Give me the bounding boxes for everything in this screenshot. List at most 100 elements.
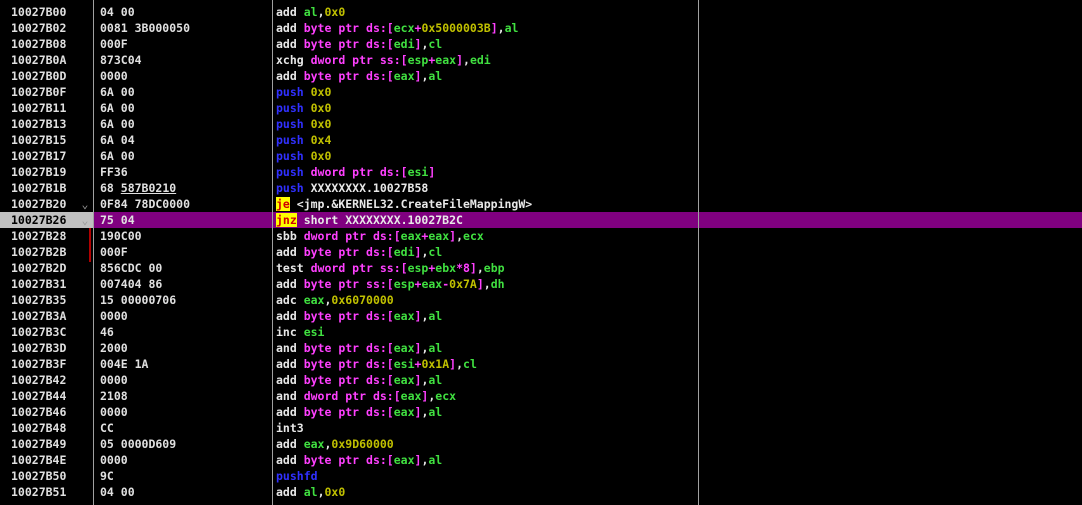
hex-dump-cell[interactable]: 0000 [100, 404, 270, 420]
hex-dump-cell[interactable]: CC [100, 420, 270, 436]
disassembly-cell[interactable]: xchg dword ptr ss:[esp+eax],edi [276, 52, 696, 68]
instruction-row[interactable]: 10027B0F 6A 00 push 0x0 [0, 84, 1082, 100]
instruction-row[interactable]: 10027B49 05 0000D609 add eax,0x9D60000 [0, 436, 1082, 452]
hex-dump-cell[interactable]: 0000 [100, 452, 270, 468]
disassembly-cell[interactable]: add byte ptr ds:[eax],al [276, 372, 696, 388]
address-cell[interactable]: 10027B46 [0, 404, 93, 420]
address-cell[interactable]: 10027B42 [0, 372, 93, 388]
disassembly-cell[interactable]: add byte ptr ds:[ecx+0x5000003B],al [276, 20, 696, 36]
hex-dump-cell[interactable]: 000F [100, 36, 270, 52]
disassembly-cell[interactable]: inc esi [276, 324, 696, 340]
hex-dump-cell[interactable]: 46 [100, 324, 270, 340]
address-cell[interactable]: 10027B00 [0, 4, 93, 20]
address-cell[interactable]: 10027B3C [0, 324, 93, 340]
disassembly-cell[interactable]: pushfd [276, 468, 696, 484]
disassembly-cell[interactable]: and byte ptr ds:[eax],al [276, 340, 696, 356]
address-cell[interactable]: 10027B31 [0, 276, 93, 292]
hex-dump-cell[interactable]: 05 0000D609 [100, 436, 270, 452]
address-cell[interactable]: 10027B28 [0, 228, 93, 244]
disassembly-cell[interactable]: test dword ptr ss:[esp+ebx*8],ebp [276, 260, 696, 276]
column-divider-disassembly[interactable] [272, 0, 273, 505]
instruction-row[interactable]: 10027B44 2108 and dword ptr ds:[eax],ecx [0, 388, 1082, 404]
address-cell[interactable]: 10027B17 [0, 148, 93, 164]
hex-dump-cell[interactable]: 6A 00 [100, 116, 270, 132]
instruction-row[interactable]: 10027B31 007404 86 add byte ptr ss:[esp+ea… [0, 276, 1082, 292]
selected-instruction-row[interactable]: 10027B26 ⌄ 75 04 jnz short XXXXXXXX.10027B2… [0, 212, 1082, 228]
hex-dump-cell[interactable]: 6A 00 [100, 84, 270, 100]
instruction-row[interactable]: 10027B02 0081 3B000050 add byte ptr ds:[ec… [0, 20, 1082, 36]
instruction-row[interactable]: 10027B42 0000 add byte ptr ds:[eax],al [0, 372, 1082, 388]
address-cell[interactable]: 10027B3D [0, 340, 93, 356]
disassembly-cell[interactable]: add byte ptr ds:[eax],al [276, 308, 696, 324]
hex-dump-cell[interactable]: 75 04 [100, 212, 270, 228]
address-cell[interactable]: 10027B0F [0, 84, 93, 100]
address-cell[interactable]: 10027B19 [0, 164, 93, 180]
disassembly-cell[interactable]: push 0x0 [276, 116, 696, 132]
instruction-row[interactable]: 10027B3F 004E 1A add byte ptr ds:[esi+0x1A… [0, 356, 1082, 372]
instruction-row[interactable]: 10027B00 04 00 add al,0x0 [0, 4, 1082, 20]
instruction-row[interactable]: 10027B3A 0000 add byte ptr ds:[eax],al [0, 308, 1082, 324]
disassembly-cell[interactable]: int3 [276, 420, 696, 436]
hex-dump-cell[interactable]: 0000 [100, 68, 270, 84]
instruction-row[interactable]: 10027B13 6A 00 push 0x0 [0, 116, 1082, 132]
address-cell[interactable]: 10027B15 [0, 132, 93, 148]
address-cell[interactable]: 10027B35 [0, 292, 93, 308]
address-cell[interactable]: 10027B13 [0, 116, 93, 132]
instruction-row[interactable]: 10027B51 04 00 add al,0x0 [0, 484, 1082, 500]
address-cell[interactable]: 10027B48 [0, 420, 93, 436]
address-cell[interactable]: 10027B49 [0, 436, 93, 452]
address-cell[interactable]: 10027B1B [0, 180, 93, 196]
instruction-row[interactable]: 10027B1B 68 587B0210 push XXXXXXXX.10027B5… [0, 180, 1082, 196]
instruction-row[interactable]: 10027B0D 0000 add byte ptr ds:[eax],al [0, 68, 1082, 84]
hex-dump-cell[interactable]: 68 587B0210 [100, 180, 270, 196]
disassembly-cell[interactable]: add byte ptr ds:[eax],al [276, 452, 696, 468]
instruction-row[interactable]: 10027B2B 000F add byte ptr ds:[edi],cl [0, 244, 1082, 260]
address-cell[interactable]: 10027B02 [0, 20, 93, 36]
disassembly-cell[interactable]: add byte ptr ds:[edi],cl [276, 36, 696, 52]
disassembly-cell[interactable]: push XXXXXXXX.10027B58 [276, 180, 696, 196]
address-cell[interactable]: 10027B50 [0, 468, 93, 484]
disassembly-cell[interactable]: add byte ptr ds:[esi+0x1A],cl [276, 356, 696, 372]
hex-dump-cell[interactable]: 9C [100, 468, 270, 484]
disassembly-cell[interactable]: add byte ptr ss:[esp+eax-0x7A],dh [276, 276, 696, 292]
address-cell[interactable]: 10027B44 [0, 388, 93, 404]
instruction-row[interactable]: 10027B3D 2000 and byte ptr ds:[eax],al [0, 340, 1082, 356]
address-cell[interactable]: 10027B0D [0, 68, 93, 84]
disassembly-cell[interactable]: je <jmp.&KERNEL32.CreateFileMappingW> [276, 196, 696, 212]
address-cell[interactable]: 10027B4E [0, 452, 93, 468]
disassembly-cell[interactable]: push 0x0 [276, 84, 696, 100]
hex-dump-cell[interactable]: 000F [100, 244, 270, 260]
address-cell[interactable]: 10027B2D [0, 260, 93, 276]
disassembly-cell[interactable]: push 0x0 [276, 100, 696, 116]
instruction-row[interactable]: 10027B15 6A 04 push 0x4 [0, 132, 1082, 148]
disassembly-cell[interactable]: add byte ptr ds:[eax],al [276, 404, 696, 420]
disassembly-cell[interactable]: push 0x0 [276, 148, 696, 164]
hex-dump-cell[interactable]: 2000 [100, 340, 270, 356]
instruction-row[interactable]: 10027B28 190C00 sbb dword ptr ds:[eax+eax]… [0, 228, 1082, 244]
instruction-row[interactable]: 10027B19 FF36 push dword ptr ds:[esi] [0, 164, 1082, 180]
instruction-row[interactable]: 10027B46 0000 add byte ptr ds:[eax],al [0, 404, 1082, 420]
instruction-row[interactable]: 10027B3C 46 inc esi [0, 324, 1082, 340]
disassembly-cell[interactable]: push dword ptr ds:[esi] [276, 164, 696, 180]
hex-dump-cell[interactable]: 004E 1A [100, 356, 270, 372]
instruction-row[interactable]: 10027B2D 856CDC 00 test dword ptr ss:[esp+… [0, 260, 1082, 276]
hex-dump-cell[interactable]: 007404 86 [100, 276, 270, 292]
disassembly-cell[interactable]: and dword ptr ds:[eax],ecx [276, 388, 696, 404]
disassembly-cell[interactable]: add byte ptr ds:[eax],al [276, 68, 696, 84]
instruction-row[interactable]: 10027B0A 873C04 xchg dword ptr ss:[esp+eax… [0, 52, 1082, 68]
hex-dump-cell[interactable]: 856CDC 00 [100, 260, 270, 276]
instruction-row[interactable]: 10027B11 6A 00 push 0x0 [0, 100, 1082, 116]
hex-dump-cell[interactable]: 0F84 78DC0000 [100, 196, 270, 212]
address-cell[interactable]: 10027B51 [0, 484, 93, 500]
hex-dump-cell[interactable]: 04 00 [100, 4, 270, 20]
hex-dump-cell[interactable]: 873C04 [100, 52, 270, 68]
disassembly-cell[interactable]: add al,0x0 [276, 4, 696, 20]
instruction-row[interactable]: 10027B48 CC int3 [0, 420, 1082, 436]
hex-dump-cell[interactable]: 0000 [100, 308, 270, 324]
hex-dump-cell[interactable]: 04 00 [100, 484, 270, 500]
column-divider-comment[interactable] [698, 0, 699, 505]
address-cell[interactable]: 10027B3F [0, 356, 93, 372]
address-cell[interactable]: 10027B2B [0, 244, 93, 260]
disassembly-cell[interactable]: add byte ptr ds:[edi],cl [276, 244, 696, 260]
disassembly-listing[interactable]: 10027B00 04 00 add al,0x0 10027B02 0081 3B00… [0, 4, 1082, 500]
